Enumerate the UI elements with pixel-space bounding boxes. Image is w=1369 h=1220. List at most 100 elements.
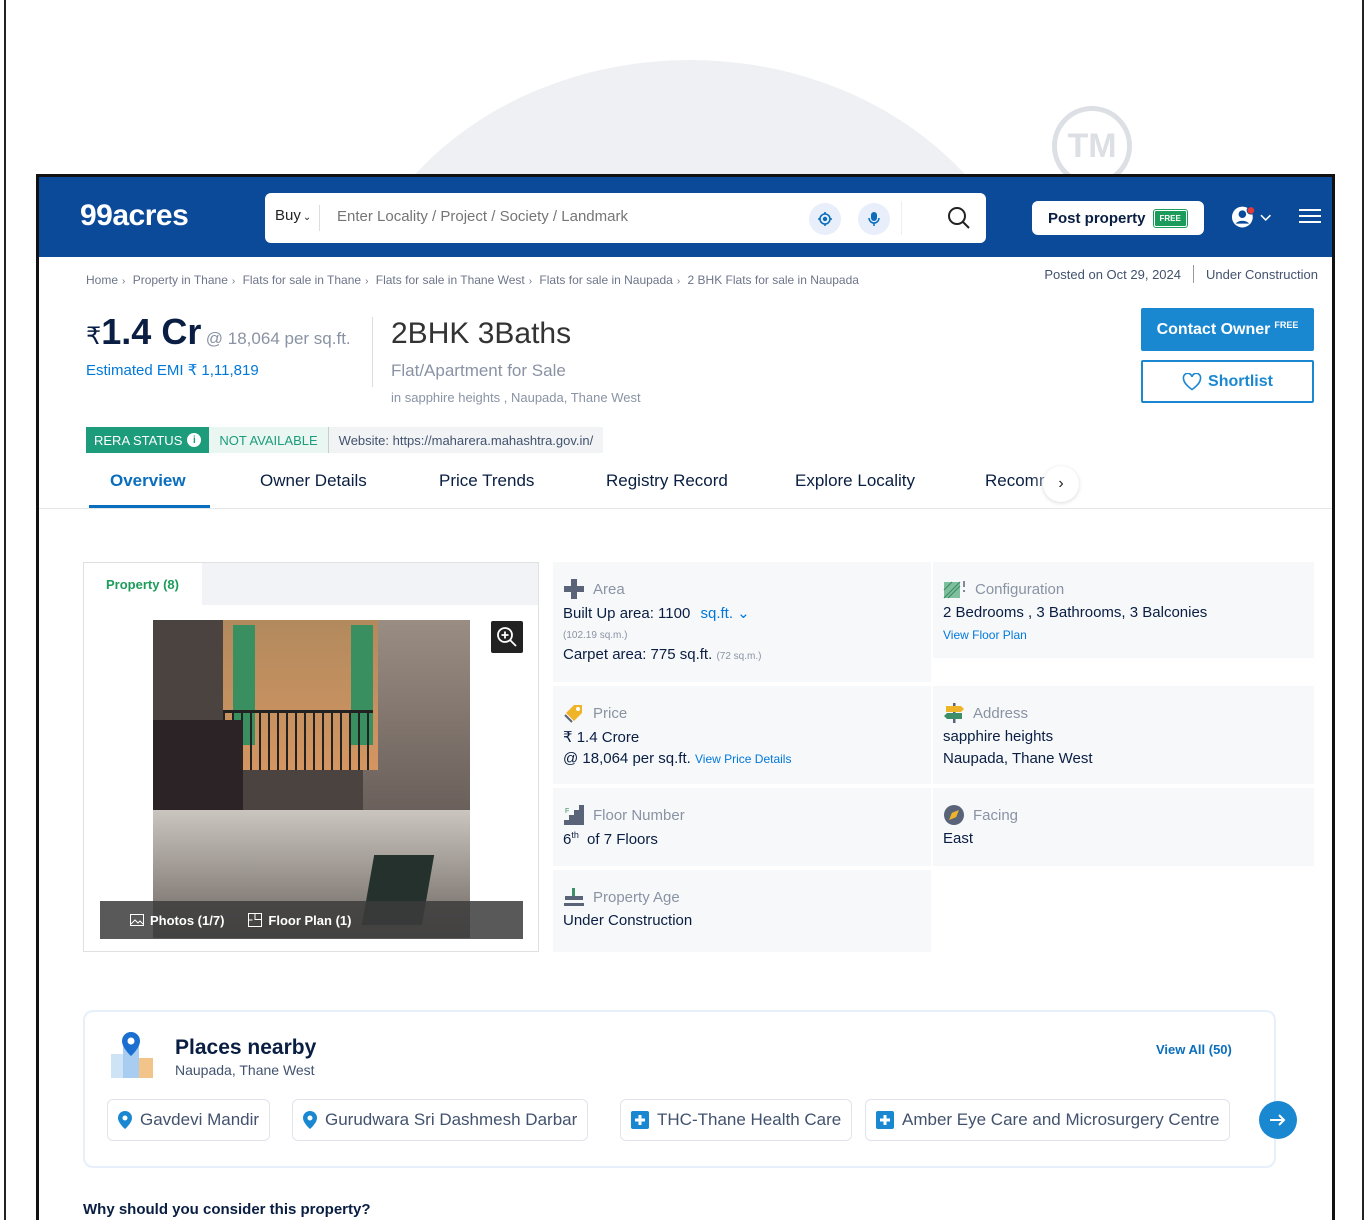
- configuration-icon: [943, 581, 965, 599]
- breadcrumb-item[interactable]: Flats for sale in Naupada: [539, 273, 672, 287]
- globe-watermark: [340, 40, 1040, 180]
- microphone-icon[interactable]: [858, 203, 890, 235]
- facing-label: Facing: [973, 806, 1019, 824]
- property-title: 2BHK 3Baths: [391, 317, 572, 350]
- property-age-header: Property Age: [563, 886, 680, 908]
- breadcrumb-item[interactable]: 2 BHK Flats for sale in Naupada: [688, 273, 859, 287]
- post-property-button[interactable]: Post property FREE: [1032, 201, 1204, 235]
- breadcrumb-item[interactable]: Flats for sale in Thane: [243, 273, 362, 287]
- tab-owner-details[interactable]: Owner Details: [260, 471, 367, 491]
- tab-price-trends[interactable]: Price Trends: [439, 471, 534, 491]
- places-nearby-card: Places nearby Naupada, Thane West View A…: [83, 1010, 1297, 1168]
- floor-card: F Floor Number 6th of 7 Floors: [553, 788, 931, 866]
- zoom-in-icon[interactable]: [491, 621, 523, 653]
- address-header: Address: [943, 702, 1028, 724]
- carpet-area: Carpet area: 775 sq.ft. (72 sq.m.): [563, 646, 761, 663]
- property-location: in sapphire heights , Naupada, Thane Wes…: [391, 390, 641, 405]
- active-tab-indicator: [89, 505, 210, 508]
- contact-owner-button[interactable]: Contact Owner FREE: [1141, 308, 1314, 351]
- configuration-label: Configuration: [975, 580, 1065, 598]
- chevron-down-icon: ⌄: [302, 212, 312, 223]
- place-chip[interactable]: THC-Thane Health Care: [620, 1099, 853, 1141]
- estimated-emi-link[interactable]: Estimated EMI ₹ 1,11,819: [86, 361, 259, 379]
- unit-dropdown[interactable]: sq.ft. ⌄: [700, 605, 749, 622]
- carpet-value: Carpet area: 775 sq.ft.: [563, 646, 713, 663]
- locate-me-icon[interactable]: [809, 203, 841, 235]
- posted-info: Posted on Oct 29, 2024 Under Constructio…: [1044, 265, 1318, 283]
- address-line-2: Naupada, Thane West: [943, 750, 1093, 767]
- shortlist-button[interactable]: Shortlist: [1141, 360, 1314, 403]
- contact-owner-label: Contact Owner: [1156, 320, 1271, 338]
- area-card: Area Built Up area: 1100 sq.ft. ⌄ (102.1…: [553, 562, 931, 682]
- breadcrumb-item[interactable]: Home: [86, 273, 118, 287]
- configuration-card: Configuration 2 Bedrooms , 3 Bathrooms, …: [933, 562, 1314, 658]
- tab-property-photos[interactable]: Property (8): [84, 563, 202, 605]
- hamburger-menu-icon[interactable]: [1299, 209, 1321, 227]
- breadcrumb-item[interactable]: Property in Thane: [133, 273, 228, 287]
- property-age-label: Property Age: [593, 888, 680, 906]
- tab-explore-locality[interactable]: Explore Locality: [795, 471, 915, 491]
- floor-plan-button[interactable]: Floor Plan (1): [248, 913, 351, 928]
- floor-suffix: th: [571, 830, 579, 840]
- divider: [319, 205, 320, 231]
- breadcrumb-item[interactable]: Flats for sale in Thane West: [376, 273, 525, 287]
- tab-registry-record[interactable]: Registry Record: [606, 471, 728, 491]
- user-menu[interactable]: [1231, 203, 1271, 233]
- property-photo[interactable]: [153, 620, 470, 938]
- photos-count-label: Photos (1/7): [150, 912, 225, 928]
- property-age-value: Under Construction: [563, 912, 693, 929]
- configuration-value: 2 Bedrooms , 3 Bathrooms, 3 Balconies: [943, 604, 1208, 621]
- building-age-icon: [564, 888, 584, 906]
- area-header: Area: [563, 578, 625, 600]
- configuration-header: Configuration: [943, 578, 1064, 600]
- built-up-value: Built Up area: 1100: [563, 605, 691, 622]
- site-logo[interactable]: 99acres: [80, 199, 189, 233]
- svg-text:F: F: [565, 808, 569, 815]
- top-header: 99acres Buy⌄ Post property FREE: [39, 177, 1332, 257]
- post-property-label: Post property: [1048, 209, 1146, 227]
- price-value: 1.4 Cr: [101, 311, 202, 352]
- rupee-symbol: ₹: [86, 323, 102, 350]
- place-chip[interactable]: Gavdevi Mandir: [107, 1099, 271, 1141]
- construction-status: Under Construction: [1206, 266, 1318, 282]
- floor-plan-label: Floor Plan (1): [268, 912, 352, 928]
- rera-row: RERA STATUS i NOT AVAILABLE Website: http…: [86, 427, 604, 453]
- price-detail-value: ₹ 1.4 Crore: [563, 729, 640, 746]
- view-all-places-link[interactable]: View All (50): [1156, 1042, 1232, 1057]
- area-icon: [564, 579, 584, 599]
- price-tag-icon: [564, 705, 582, 723]
- stairs-icon: F: [564, 805, 584, 825]
- shortlist-label: Shortlist: [1208, 372, 1273, 390]
- place-chip[interactable]: Amber Eye Care and Microsurgery Centre: [865, 1099, 1231, 1141]
- facing-header: Facing: [943, 804, 1018, 826]
- area-label: Area: [593, 580, 625, 598]
- search-icon[interactable]: [943, 202, 975, 234]
- info-icon[interactable]: i: [187, 433, 202, 447]
- gallery-footer: Photos (1/7) Floor Plan (1): [100, 901, 523, 939]
- gallery-tabbar: Property (8): [84, 563, 538, 605]
- place-chip-label: Amber Eye Care and Microsurgery Centre: [902, 1110, 1220, 1129]
- tab-overview[interactable]: Overview: [110, 471, 186, 491]
- facing-value: East: [943, 830, 974, 847]
- arrow-right-icon[interactable]: [1259, 1101, 1297, 1139]
- free-badge: FREE: [1274, 319, 1299, 330]
- address-card: Address sapphire heights Naupada, Thane …: [933, 686, 1314, 784]
- price-card: Price ₹ 1.4 Crore @ 18,064 per sq.ft. Vi…: [553, 686, 931, 784]
- place-chip[interactable]: Gurudwara Sri Dashmesh Darbar: [292, 1099, 589, 1141]
- view-floor-plan-link[interactable]: View Floor Plan: [943, 628, 1027, 642]
- rera-website[interactable]: Website: https://maharera.mahashtra.gov.…: [327, 427, 604, 453]
- search-input[interactable]: [337, 208, 787, 225]
- hospital-cross-icon: [631, 1111, 649, 1129]
- places-nearby-title: Places nearby: [175, 1036, 317, 1059]
- price-block: ₹1.4 Cr @ 18,064 per sq.ft.: [86, 311, 351, 353]
- chevron-down-icon: ⌄: [737, 605, 750, 622]
- facing-card: Facing East: [933, 788, 1314, 866]
- chevron-right-icon[interactable]: ›: [1043, 466, 1079, 502]
- listing-page: 99acres Buy⌄ Post property FREE: [36, 174, 1335, 1220]
- image-icon: [130, 914, 144, 926]
- chevron-down-icon: [1260, 214, 1271, 221]
- buy-dropdown[interactable]: Buy ⌄: [275, 207, 311, 224]
- view-price-details-link[interactable]: View Price Details: [695, 752, 791, 766]
- rera-not-available: NOT AVAILABLE: [209, 427, 328, 453]
- photos-count-button[interactable]: Photos (1/7): [130, 913, 224, 928]
